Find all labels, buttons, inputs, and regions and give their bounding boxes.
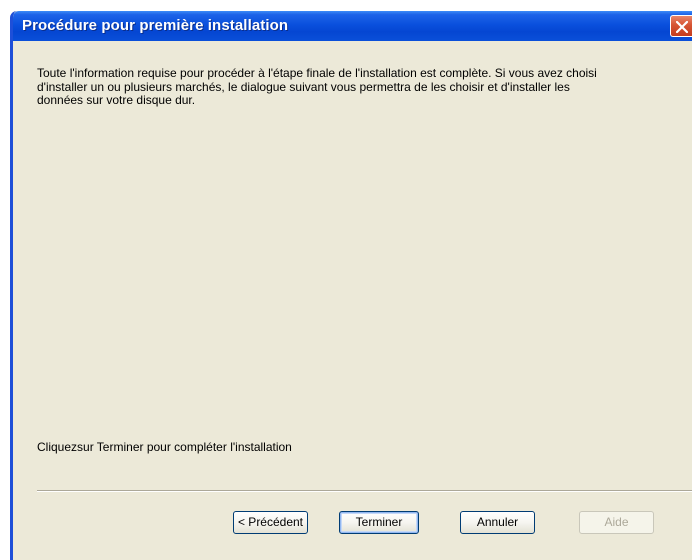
previous-button[interactable]: < Précédent <box>233 511 308 534</box>
window-title: Procédure pour première installation <box>22 17 289 34</box>
finish-instruction: Cliquezsur Terminer pour compléter l'ins… <box>37 440 292 454</box>
dialog-content <box>13 41 692 560</box>
desktop: Procédure pour première installation Tou… <box>0 0 692 560</box>
installation-dialog: Procédure pour première installation Tou… <box>10 11 692 560</box>
title-bar[interactable]: Procédure pour première installation <box>13 11 692 41</box>
help-button: Aide <box>579 511 654 534</box>
cancel-button[interactable]: Annuler <box>460 511 535 534</box>
finish-button[interactable]: Terminer <box>339 511 419 534</box>
close-button[interactable] <box>670 15 692 37</box>
separator-line <box>37 490 692 492</box>
close-icon <box>676 21 688 33</box>
info-text: Toute l'information requise pour procéde… <box>37 66 597 107</box>
